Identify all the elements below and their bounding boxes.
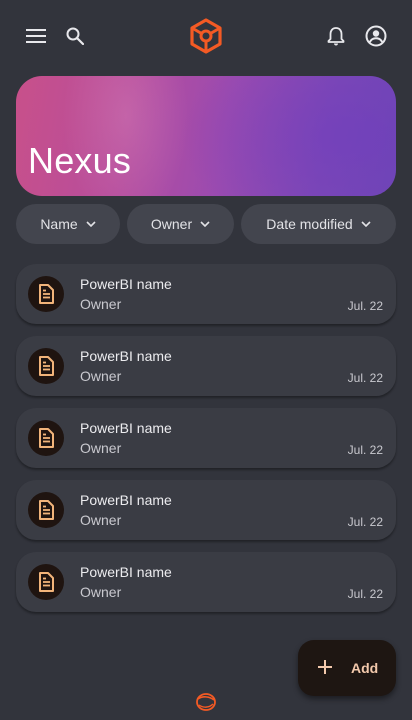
file-title: PowerBI name — [80, 420, 172, 436]
file-avatar — [28, 564, 64, 600]
document-icon — [39, 284, 54, 304]
file-title: PowerBI name — [80, 492, 172, 508]
list-item[interactable]: PowerBI name Owner Jul. 22 — [16, 480, 396, 540]
add-button-label: Add — [351, 660, 379, 676]
file-avatar — [28, 276, 64, 312]
plus-icon — [318, 660, 332, 674]
document-icon — [39, 572, 54, 592]
page-title: Nexus — [28, 140, 132, 181]
filter-chip-date-modified[interactable]: Date modified — [241, 204, 396, 244]
search-icon — [66, 27, 84, 45]
chevron-down-icon — [86, 221, 96, 227]
chevron-down-icon — [200, 221, 210, 227]
file-title: PowerBI name — [80, 348, 172, 364]
document-icon — [39, 428, 54, 448]
orbit-logo-icon — [196, 693, 216, 711]
footer-logo — [194, 690, 218, 714]
app-logo — [186, 16, 226, 56]
file-owner: Owner — [80, 296, 122, 312]
file-date: Jul. 22 — [347, 371, 383, 385]
file-date: Jul. 22 — [347, 443, 383, 457]
list-item[interactable]: PowerBI name Owner Jul. 22 — [16, 264, 396, 324]
file-title: PowerBI name — [80, 564, 172, 580]
file-date: Jul. 22 — [347, 299, 383, 313]
file-title: PowerBI name — [80, 276, 172, 292]
file-avatar — [28, 492, 64, 528]
account-circle-icon — [365, 25, 387, 47]
hexagon-logo-icon — [190, 18, 222, 54]
chevron-down-icon — [361, 221, 371, 227]
file-owner: Owner — [80, 440, 122, 456]
menu-icon — [26, 29, 46, 43]
filter-chip-label: Owner — [150, 216, 193, 232]
file-owner: Owner — [80, 584, 122, 600]
file-owner: Owner — [80, 368, 122, 384]
file-avatar — [28, 348, 64, 384]
hero-banner: Nexus — [16, 76, 396, 196]
list-item[interactable]: PowerBI name Owner Jul. 22 — [16, 408, 396, 468]
top-app-bar — [0, 0, 412, 72]
file-date: Jul. 22 — [347, 515, 383, 529]
file-date: Jul. 22 — [347, 587, 383, 601]
list-item[interactable]: PowerBI name Owner Jul. 22 — [16, 336, 396, 396]
document-icon — [39, 356, 54, 376]
filter-chip-label: Name — [40, 216, 78, 232]
bell-icon — [327, 27, 345, 46]
search-button[interactable] — [55, 16, 95, 56]
filter-chip-label: Date modified — [266, 216, 353, 232]
menu-button[interactable] — [16, 16, 56, 56]
notifications-button[interactable] — [316, 16, 356, 56]
filter-chip-name[interactable]: Name — [16, 204, 120, 244]
filter-chip-owner[interactable]: Owner — [127, 204, 234, 244]
list-item[interactable]: PowerBI name Owner Jul. 22 — [16, 552, 396, 612]
file-owner: Owner — [80, 512, 122, 528]
file-avatar — [28, 420, 64, 456]
account-button[interactable] — [356, 16, 396, 56]
add-button[interactable]: Add — [298, 640, 396, 696]
document-icon — [39, 500, 54, 520]
